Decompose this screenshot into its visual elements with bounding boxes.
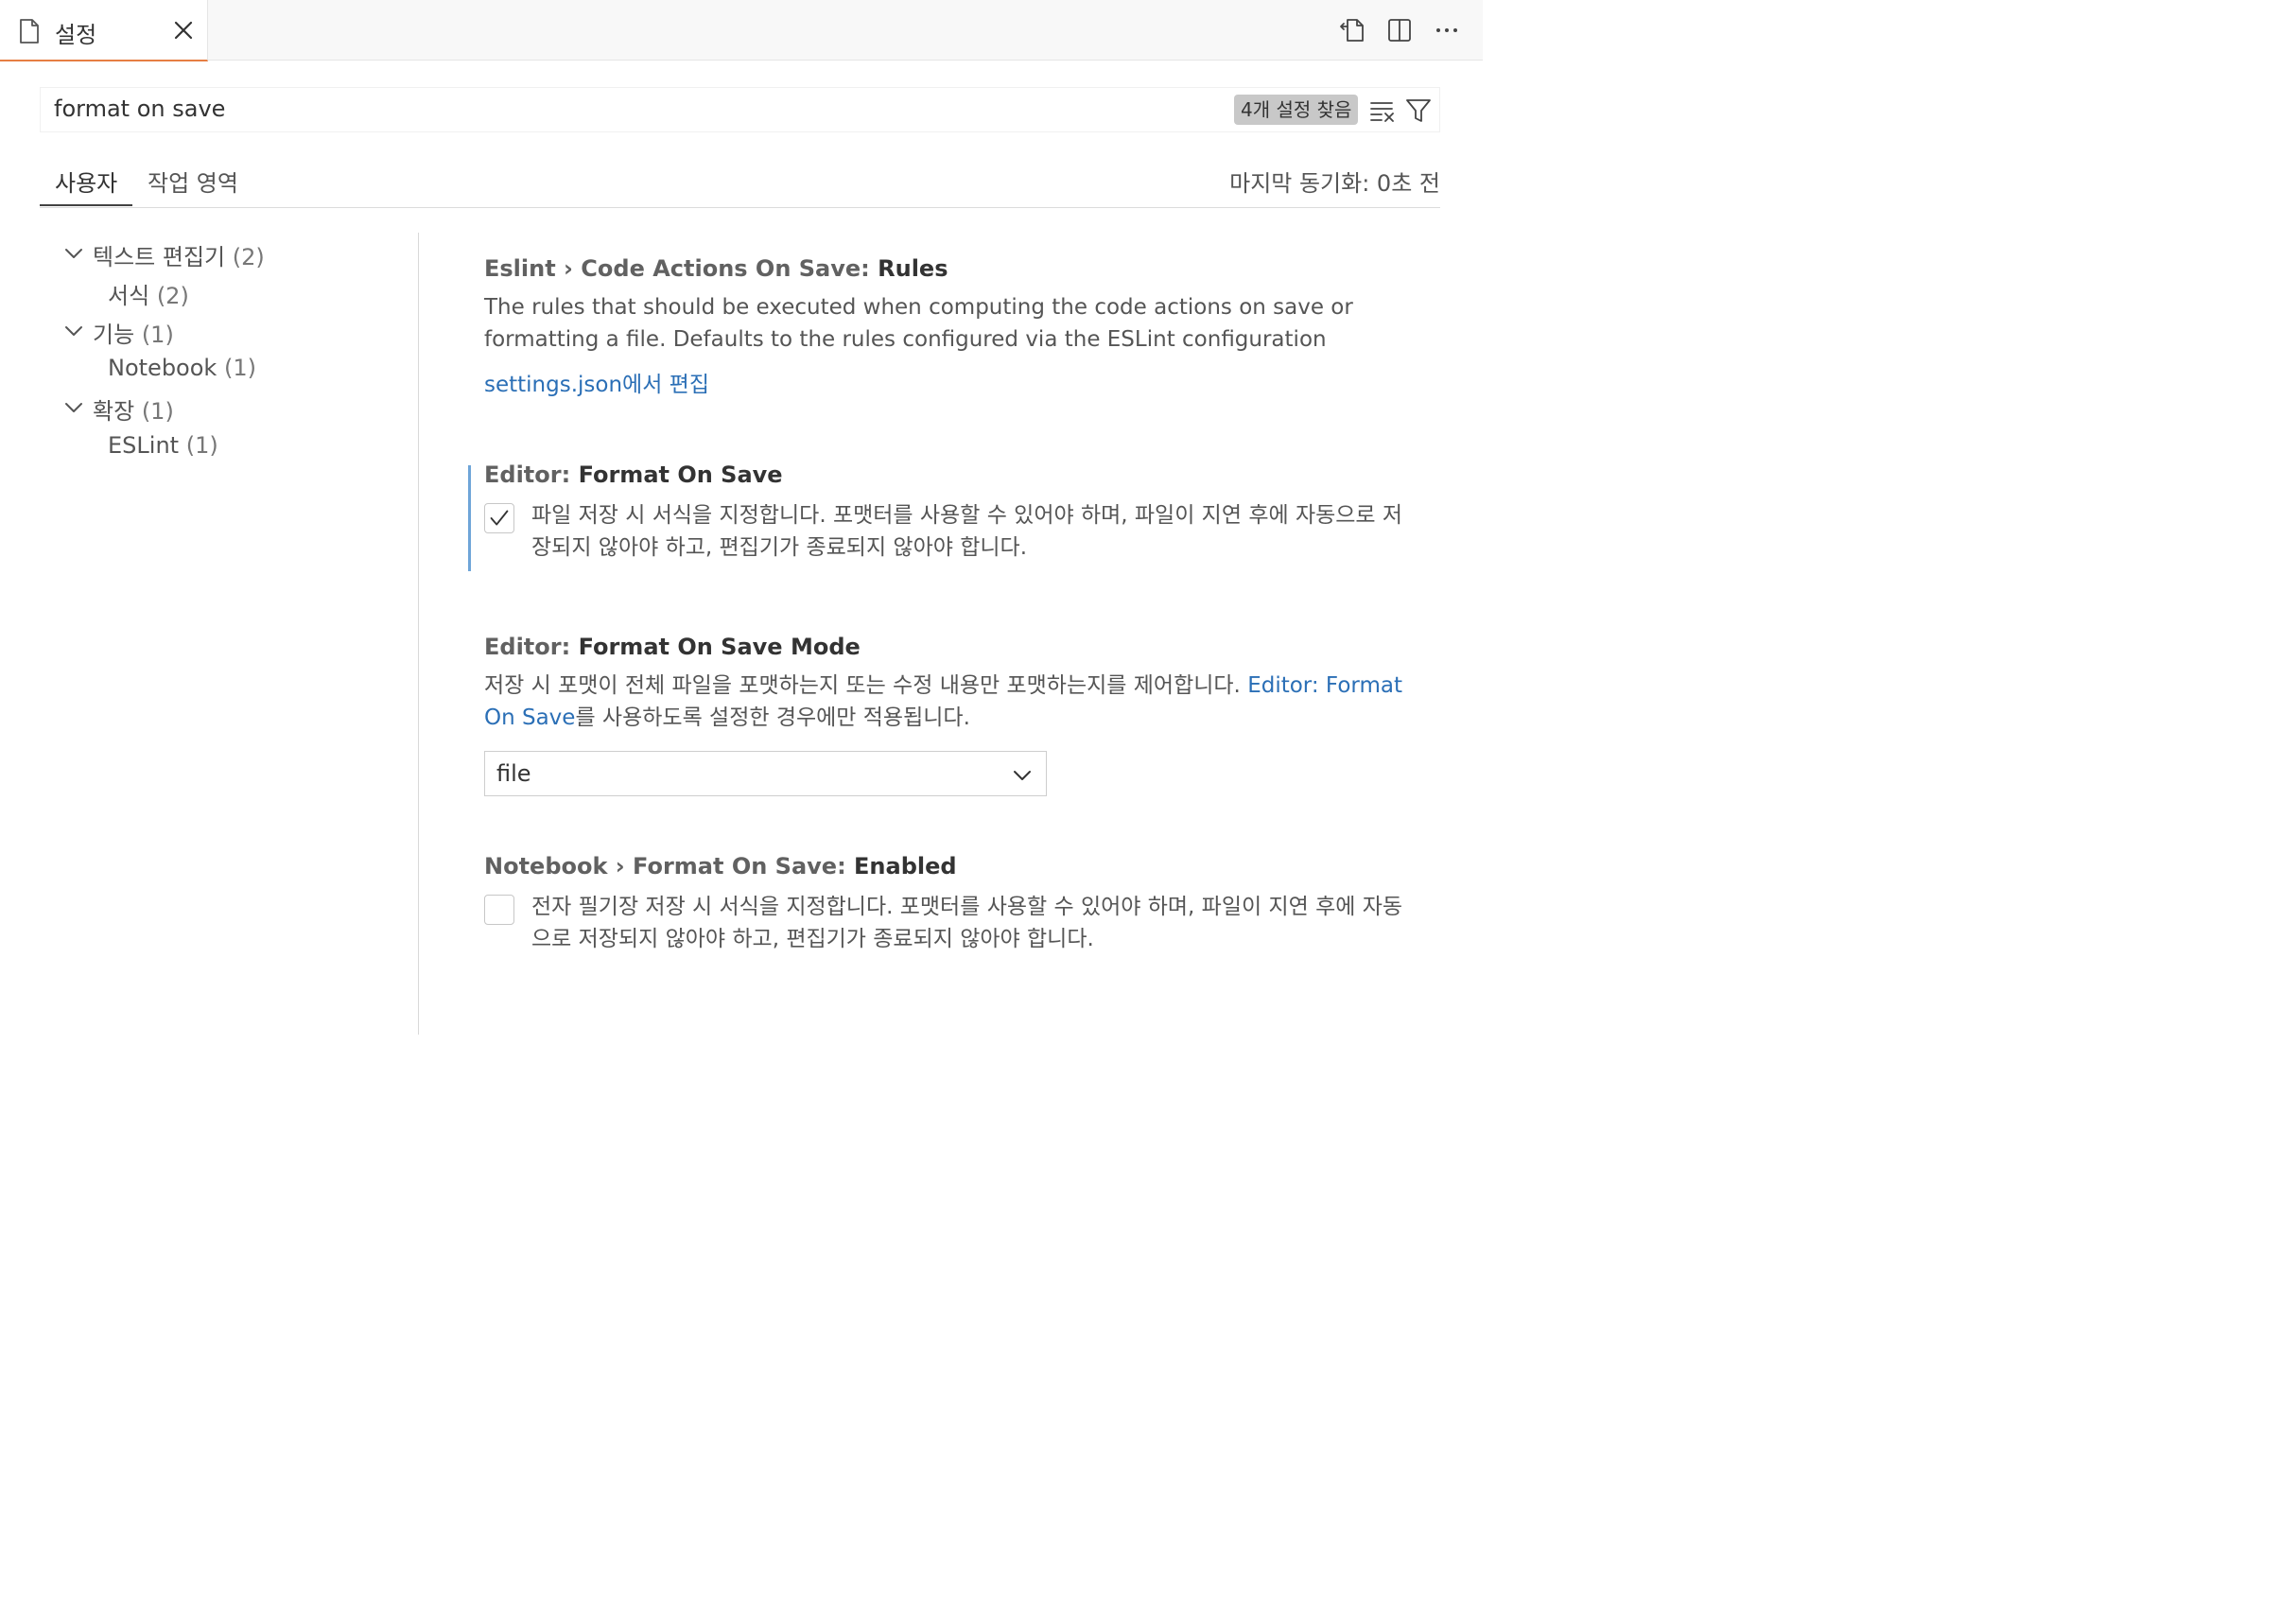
more-actions-icon[interactable]: [1434, 17, 1460, 44]
editor-actions: [1339, 17, 1460, 44]
setting-editor-format-on-save-mode: Editor: Format On Save Mode 저장 시 포맷이 전체 …: [484, 634, 1420, 796]
setting-description: The rules that should be executed when c…: [484, 295, 1353, 352]
toc-item-extensions[interactable]: 확장 (1): [93, 392, 174, 426]
setting-title: Editor: Format On Save Mode: [484, 634, 861, 660]
setting-title: Notebook › Format On Save: Enabled: [484, 853, 957, 879]
tab-user[interactable]: 사용자: [55, 165, 117, 198]
active-tab-indicator: [40, 204, 132, 206]
chevron-down-icon: [1014, 771, 1031, 780]
setting-title: Editor: Format On Save: [484, 461, 783, 488]
toc-item-text-editor[interactable]: 텍스트 편집기 (2): [93, 238, 265, 271]
settings-tab[interactable]: 설정: [0, 0, 208, 61]
setting-description: 전자 필기장 저장 시 서식을 지정합니다. 포맷터를 사용할 수 있어야 하며…: [531, 895, 1403, 951]
setting-description: 저장 시 포맷이 전체 파일을 포맷하는지 또는 수정 내용만 포맷하는지를 제…: [484, 673, 1402, 730]
filter-icon[interactable]: [1405, 97, 1432, 124]
edit-in-settings-json-link[interactable]: settings.json에서 편집: [484, 369, 1420, 401]
search-query[interactable]: format on save: [54, 96, 225, 122]
checkbox-row: 전자 필기장 저장 시 서식을 지정합니다. 포맷터를 사용할 수 있어야 하며…: [484, 891, 1420, 955]
toc-item-features[interactable]: 기능 (1): [93, 316, 174, 349]
setting-eslint-code-actions-rules: Eslint › Code Actions On Save: Rules The…: [484, 255, 1420, 401]
chevron-down-icon[interactable]: [64, 398, 83, 417]
clear-filter-icon[interactable]: [1369, 97, 1396, 124]
setting-editor-format-on-save: Editor: Format On Save 파일 저장 시 서식을 지정합니다…: [484, 461, 1420, 564]
notebook-format-on-save-checkbox[interactable]: [484, 895, 514, 925]
open-settings-json-icon[interactable]: [1339, 17, 1365, 44]
toc-item-notebook[interactable]: Notebook (1): [108, 355, 256, 381]
result-count-badge: 4개 설정 찾음: [1234, 95, 1359, 125]
setting-description: 파일 저장 시 서식을 지정합니다. 포맷터를 사용할 수 있어야 하며, 파일…: [531, 503, 1403, 560]
modified-indicator: [468, 465, 471, 571]
file-icon: [20, 19, 39, 44]
settings-toc: 텍스트 편집기 (2) 서식 (2) 기능 (1) Notebook (1) 확…: [0, 233, 419, 1035]
chevron-down-icon[interactable]: [64, 244, 83, 263]
select-value: file: [496, 760, 531, 787]
format-on-save-mode-select[interactable]: file: [484, 751, 1047, 796]
split-editor-icon[interactable]: [1386, 17, 1413, 44]
chevron-down-icon[interactable]: [64, 322, 83, 340]
setting-notebook-format-on-save-enabled: Notebook › Format On Save: Enabled 전자 필기…: [484, 853, 1420, 955]
checkmark-icon: [490, 510, 509, 526]
settings-scope-tabs: 사용자 작업 영역 마지막 동기화: 0초 전: [40, 153, 1440, 208]
editor-tab-bar: 설정: [0, 0, 1483, 61]
last-sync-status: 마지막 동기화: 0초 전: [1229, 170, 1440, 197]
close-icon[interactable]: [172, 19, 195, 42]
toc-item-formatting[interactable]: 서식 (2): [108, 277, 189, 310]
tab-title: 설정: [55, 22, 97, 48]
settings-search-input[interactable]: format on save 4개 설정 찾음: [40, 87, 1440, 132]
toc-item-eslint[interactable]: ESLint (1): [108, 432, 218, 459]
setting-title: Eslint › Code Actions On Save: Rules: [484, 255, 948, 282]
checkbox-row: 파일 저장 시 서식을 지정합니다. 포맷터를 사용할 수 있어야 하며, 파일…: [484, 499, 1420, 564]
format-on-save-checkbox[interactable]: [484, 503, 514, 533]
tab-workspace[interactable]: 작업 영역: [148, 165, 238, 198]
